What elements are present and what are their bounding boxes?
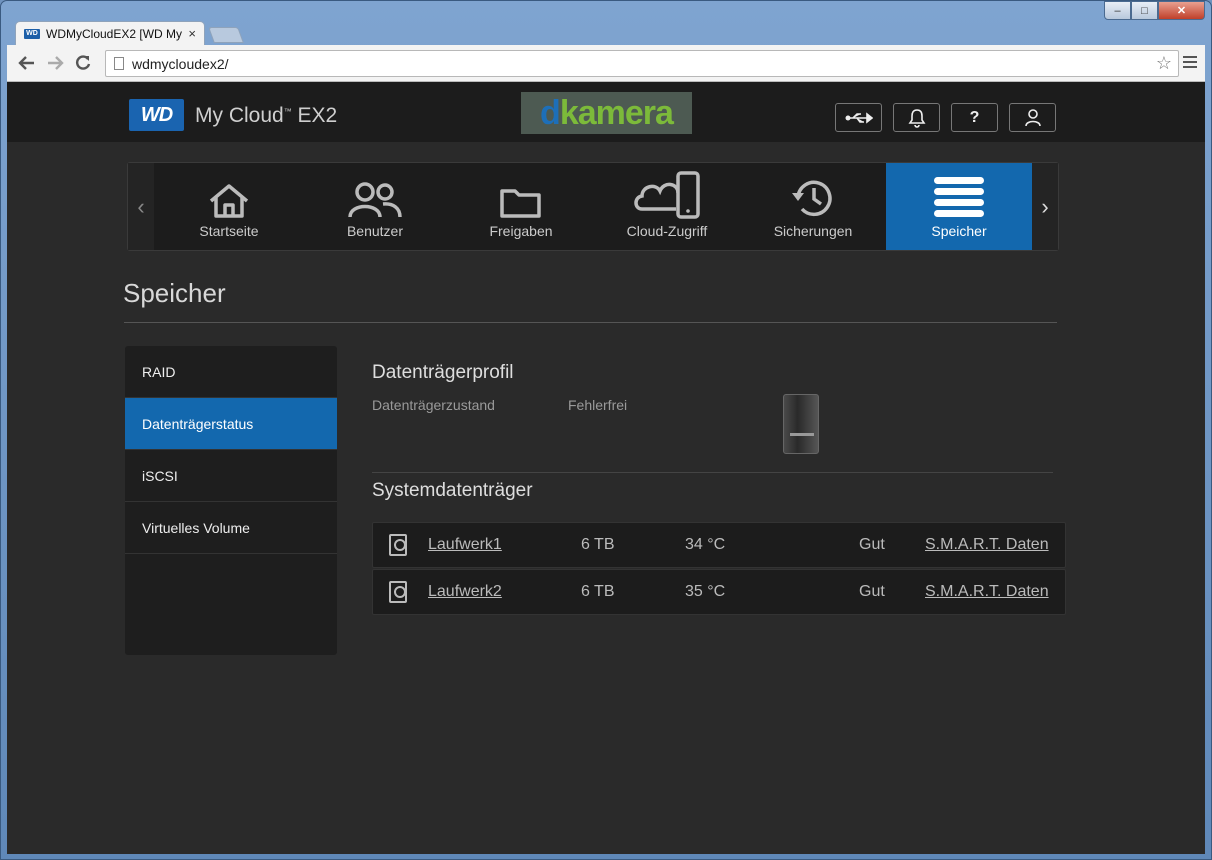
help-icon: ? (969, 108, 980, 126)
drive-size: 6 TB (581, 583, 615, 600)
nav-label: Freigaben (489, 223, 553, 239)
hard-drive-icon (389, 534, 407, 556)
nav-item-cloud-zugriff[interactable]: Cloud-Zugriff (594, 163, 740, 250)
table-row: Laufwerk1 6 TB 34 °C Gut S.M.A.R.T. Date… (372, 522, 1066, 568)
page-title: Speicher (123, 278, 226, 308)
wd-app: WD My Cloud™ EX2 d kamera ? ‹ Startseite … (7, 82, 1205, 854)
nav-next-button[interactable]: › (1032, 163, 1058, 250)
tab-title: WDMyCloudEX2 [WD My (46, 26, 183, 41)
storage-icon (934, 177, 984, 217)
sidebar-item-raid[interactable]: RAID (125, 346, 337, 398)
nav-label: Cloud-Zugriff (626, 223, 708, 239)
close-window-button[interactable]: ✕ (1158, 1, 1205, 20)
page-icon (114, 57, 124, 70)
url-text: wdmycloudex2/ (132, 55, 229, 72)
drive-health: Gut (859, 583, 885, 600)
smart-data-link[interactable]: S.M.A.R.T. Daten (925, 583, 1049, 601)
nav-label: Benutzer (346, 223, 404, 239)
minimize-button[interactable]: – (1104, 1, 1131, 20)
folder-icon (500, 189, 541, 218)
drive-size: 6 TB (581, 536, 615, 553)
users-icon (348, 182, 402, 218)
divider (124, 322, 1057, 323)
bell-icon (908, 108, 925, 128)
nav-label: Speicher (931, 223, 987, 239)
user-icon (1024, 108, 1041, 126)
nav-item-speicher[interactable]: Speicher (886, 163, 1032, 250)
dkamera-watermark: d kamera (521, 92, 692, 134)
browser-window: – □ ✕ WD WDMyCloudEX2 [WD My × wdmycloud… (0, 0, 1212, 860)
cloud-icon (634, 171, 700, 219)
status-value: Fehlerfrei (568, 397, 628, 413)
maximize-button[interactable]: □ (1131, 1, 1158, 20)
profile-title: Datenträgerprofil (372, 362, 514, 383)
wd-favicon-icon: WD (24, 28, 40, 39)
drive-name-link[interactable]: Laufwerk2 (428, 583, 502, 601)
browser-toolbar: wdmycloudex2/ ☆ (7, 45, 1205, 82)
divider (372, 472, 1053, 473)
tab-close-icon[interactable]: × (188, 26, 196, 41)
sidebar-item-iscsi[interactable]: iSCSI (125, 450, 337, 502)
system-drives-title: Systemdatenträger (372, 480, 533, 501)
reload-icon[interactable] (69, 49, 97, 77)
forward-icon[interactable] (41, 49, 69, 77)
sidebar-item-virtual-volume[interactable]: Virtuelles Volume (125, 502, 337, 554)
main-nav: ‹ Startseite Benutzer Freigaben Cloud-Zu… (127, 162, 1059, 251)
usb-button[interactable] (835, 103, 882, 132)
nav-item-freigaben[interactable]: Freigaben (448, 163, 594, 250)
nav-label: Sicherungen (773, 223, 853, 239)
back-icon[interactable] (13, 49, 41, 77)
sidebar-item-disk-status[interactable]: Datenträgerstatus (125, 398, 337, 450)
nav-item-sicherungen[interactable]: Sicherungen (740, 163, 886, 250)
smart-data-link[interactable]: S.M.A.R.T. Daten (925, 536, 1049, 554)
usb-icon (845, 111, 873, 124)
nav-item-benutzer[interactable]: Benutzer (302, 163, 448, 250)
status-label: Datenträgerzustand (372, 397, 495, 413)
bookmark-star-icon[interactable]: ☆ (1156, 53, 1172, 74)
drive-temp: 35 °C (685, 583, 726, 600)
notifications-button[interactable] (893, 103, 940, 132)
drive-health: Gut (859, 536, 885, 553)
address-bar[interactable]: wdmycloudex2/ ☆ (105, 50, 1179, 77)
nas-device-image (783, 394, 819, 454)
user-button[interactable] (1009, 103, 1056, 132)
table-row: Laufwerk2 6 TB 35 °C Gut S.M.A.R.T. Date… (372, 569, 1066, 615)
help-button[interactable]: ? (951, 103, 998, 132)
home-icon (209, 184, 249, 218)
drive-temp: 34 °C (685, 536, 726, 553)
product-name: My Cloud™ EX2 (195, 104, 338, 127)
hard-drive-icon (389, 581, 407, 603)
app-header: WD My Cloud™ EX2 d kamera ? (7, 82, 1205, 142)
window-controls: – □ ✕ (1104, 1, 1205, 20)
wd-logo: WD (129, 99, 184, 131)
browser-tab[interactable]: WD WDMyCloudEX2 [WD My × (15, 21, 205, 45)
history-icon (792, 180, 832, 217)
chrome-menu-icon[interactable] (1183, 54, 1197, 71)
storage-sidebar: RAID Datenträgerstatus iSCSI Virtuelles … (125, 346, 337, 655)
nav-item-startseite[interactable]: Startseite (156, 163, 302, 250)
drive-name-link[interactable]: Laufwerk1 (428, 536, 502, 554)
new-tab-button[interactable] (208, 27, 244, 43)
nav-prev-button[interactable]: ‹ (128, 163, 154, 250)
nav-label: Startseite (199, 223, 259, 239)
